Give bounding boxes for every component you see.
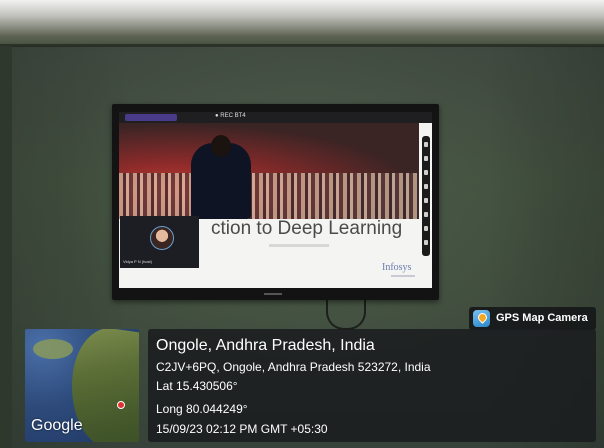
slide-subtitle — [269, 244, 329, 247]
television: ● REC BT4 ction to Deep Learning Infosys… — [112, 104, 439, 300]
slide-logo: Infosys — [382, 262, 412, 273]
place-name: Ongole, Andhra Pradesh, India — [156, 337, 375, 354]
presenter-name: Vidya P N (host) — [123, 259, 152, 264]
tv-brand-logo — [264, 293, 282, 295]
left-wall — [0, 46, 12, 448]
slide-photo — [119, 123, 419, 219]
speaker-head — [211, 135, 231, 157]
location-info-card: Ongole, Andhra Pradesh, India C2JV+6PQ, … — [148, 329, 596, 442]
longitude: Long 80.044249° — [156, 402, 248, 416]
toolbar-icon — [424, 156, 428, 161]
map-land — [33, 339, 73, 359]
badge-label: GPS Map Camera — [496, 312, 588, 324]
presenter-avatar — [150, 226, 174, 250]
slide-logo-tagline — [391, 275, 415, 277]
presenter-video-tile: Vidya P N (host) — [120, 216, 199, 268]
toolbar-icon — [424, 170, 428, 175]
toolbar-icon — [424, 142, 428, 147]
toolbar-icon — [424, 212, 428, 217]
meeting-side-toolbar — [422, 136, 430, 256]
meeting-tab-chip — [125, 114, 177, 121]
toolbar-icon — [424, 184, 428, 189]
google-attribution: Google — [31, 417, 83, 434]
gps-map-camera-badge: GPS Map Camera — [469, 307, 596, 330]
timestamp: 15/09/23 02:12 PM GMT +05:30 — [156, 422, 328, 436]
toolbar-icon — [424, 198, 428, 203]
ceiling — [0, 0, 604, 46]
map-thumbnail: Google — [25, 329, 139, 442]
gps-map-camera-icon — [473, 310, 490, 327]
meeting-topbar: ● REC BT4 — [119, 112, 432, 123]
tv-screen: ● REC BT4 ction to Deep Learning Infosys… — [119, 112, 432, 288]
address: C2JV+6PQ, Ongole, Andhra Pradesh 523272,… — [156, 360, 431, 374]
location-pin-icon — [476, 311, 489, 324]
latitude: Lat 15.430506° — [156, 379, 238, 393]
toolbar-icon — [424, 226, 428, 231]
audience — [119, 173, 419, 219]
meeting-title: ● REC BT4 — [215, 113, 246, 119]
slide-title: ction to Deep Learning — [211, 218, 403, 239]
toolbar-icon — [424, 240, 428, 245]
map-location-marker — [117, 401, 125, 409]
